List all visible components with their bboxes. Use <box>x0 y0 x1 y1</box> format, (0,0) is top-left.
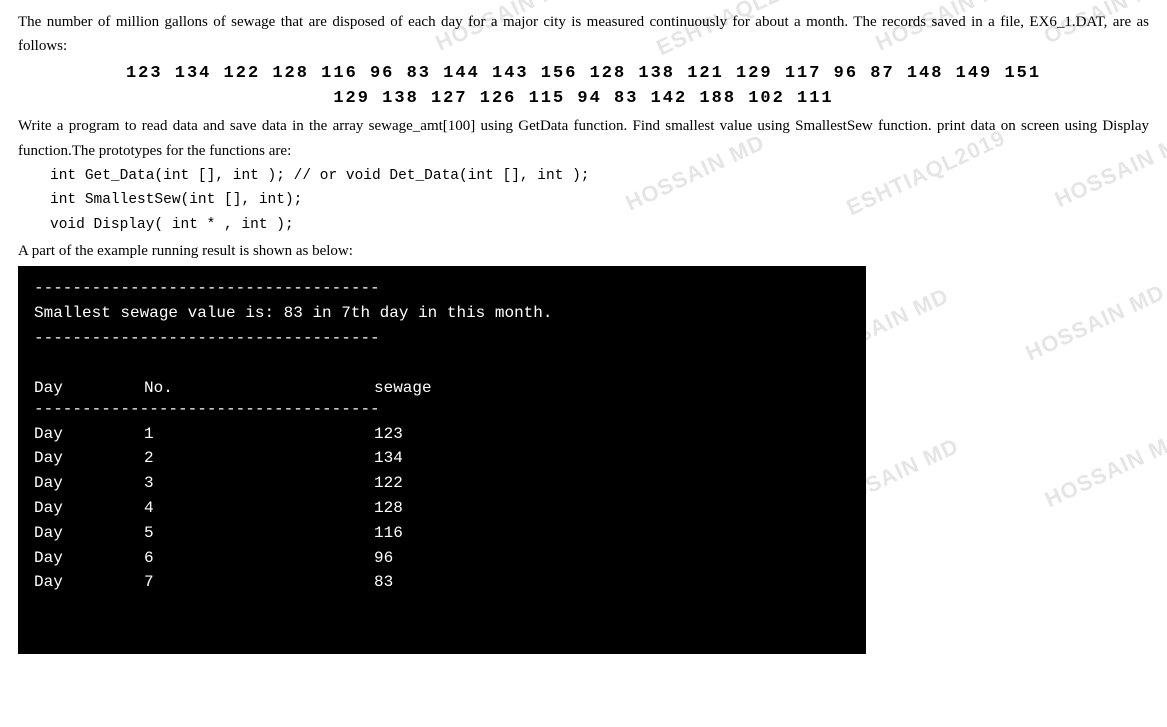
terminal-result: Smallest sewage value is: 83 in 7th day … <box>34 301 850 326</box>
terminal-data: Day 1 123 Day 2 134 Day 3 122 Day 4 128 … <box>34 422 850 596</box>
terminal-sep-2: ------------------------------------ <box>34 326 850 351</box>
header-no: No. <box>144 379 374 397</box>
table-row: Day 1 123 <box>34 422 850 447</box>
row-sewage: 134 <box>374 446 534 471</box>
table-row: Day 4 128 <box>34 496 850 521</box>
row-sewage: 122 <box>374 471 534 496</box>
code-line-3: void Display( int * , int ); <box>50 213 1149 238</box>
code-line-3-text: Display( int * , int ); <box>94 217 294 233</box>
header-sewage: sewage <box>374 379 534 397</box>
terminal-sep-1: ------------------------------------ <box>34 276 850 301</box>
row-sewage: 96 <box>374 546 534 571</box>
data-row-2: 129 138 127 126 115 94 83 142 188 102 11… <box>18 89 1149 108</box>
terminal-sep-3: ------------------------------------ <box>34 397 850 422</box>
row-day: Day <box>34 521 144 546</box>
code-line-1-text: Get_Data(int [], int ); // or void Det_D… <box>85 168 590 184</box>
row-no: 6 <box>144 546 374 571</box>
result-label: A part of the example running result is … <box>18 243 1149 260</box>
terminal-header: Day No. sewage <box>34 379 850 397</box>
row-no: 5 <box>144 521 374 546</box>
code-line-2-text: SmallestSew(int [], int); <box>85 192 303 208</box>
row-day: Day <box>34 422 144 447</box>
row-sewage: 123 <box>374 422 534 447</box>
row-no: 4 <box>144 496 374 521</box>
code-kw-void: void <box>50 217 85 233</box>
row-day: Day <box>34 471 144 496</box>
row-sewage: 128 <box>374 496 534 521</box>
row-day: Day <box>34 446 144 471</box>
intro-paragraph: The number of million gallons of sewage … <box>18 10 1149 58</box>
code-line-2: int SmallestSew(int [], int); <box>50 188 1149 213</box>
code-block: int Get_Data(int [], int ); // or void D… <box>50 164 1149 238</box>
row-no: 2 <box>144 446 374 471</box>
table-row: Day 7 83 <box>34 570 850 595</box>
row-sewage: 83 <box>374 570 534 595</box>
row-day: Day <box>34 570 144 595</box>
header-day: Day <box>34 379 144 397</box>
data-row-1: 123 134 122 128 116 96 83 144 143 156 12… <box>18 64 1149 83</box>
row-day: Day <box>34 546 144 571</box>
terminal-window: ------------------------------------ Sma… <box>18 266 866 654</box>
row-day: Day <box>34 496 144 521</box>
problem-paragraph: Write a program to read data and save da… <box>18 114 1149 164</box>
row-no: 3 <box>144 471 374 496</box>
table-row: Day 6 96 <box>34 546 850 571</box>
row-no: 7 <box>144 570 374 595</box>
row-sewage: 116 <box>374 521 534 546</box>
table-row: Day 3 122 <box>34 471 850 496</box>
table-row: Day 2 134 <box>34 446 850 471</box>
code-kw-int: int <box>50 168 76 184</box>
code-line-1: int Get_Data(int [], int ); // or void D… <box>50 164 1149 189</box>
table-row: Day 5 116 <box>34 521 850 546</box>
row-no: 1 <box>144 422 374 447</box>
code-kw-int2: int <box>50 192 76 208</box>
